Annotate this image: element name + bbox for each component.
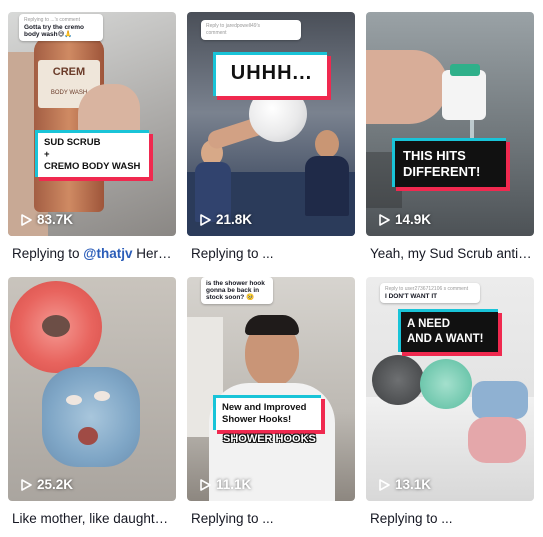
overlay-line: New and Improved (222, 402, 307, 413)
hair-shape (245, 315, 299, 335)
reply-text: comment (206, 30, 227, 36)
overlay-text-box: New and Improved Shower Hooks! (213, 395, 321, 430)
pump-bottle (442, 70, 486, 120)
overlay-line: + (44, 149, 50, 160)
reply-text: I DON'T WANT IT (385, 293, 438, 300)
video-thumbnail[interactable]: 25.2K (8, 277, 176, 501)
overlay-text-box: SUD SCRUB + CREMO BODY WASH (35, 130, 149, 177)
view-count: 21.8K (200, 212, 252, 227)
view-count: 83.7K (21, 212, 73, 227)
overlay-line: UHHH... (230, 62, 313, 84)
video-card[interactable]: 25.2K Like mother, like daughter… (8, 277, 176, 528)
video-card[interactable]: CREM BODY WASH Replying to ...'s comment… (8, 12, 176, 263)
overlay-text-box: THIS HITS DIFFERENT! (392, 138, 506, 187)
overlay-line: CREMO BODY WASH (44, 161, 141, 172)
overlay-line: A NEED (407, 318, 451, 330)
overlay-text-box: UHHH... (213, 52, 327, 96)
video-thumbnail[interactable]: Reply to user2736712106 s comment I DON'… (366, 277, 534, 501)
reply-sticker: Reply to jaredpowell49's comment (201, 20, 301, 40)
view-count: 13.1K (379, 477, 431, 492)
subtitle-text: SHOWER HOOKS (223, 433, 316, 445)
overlay-line: AND A WANT! (407, 333, 484, 345)
scrub-shape (472, 381, 528, 419)
reply-text: is the shower hook gonna be back in stoc… (206, 280, 265, 301)
view-count: 11.1K (200, 477, 251, 492)
video-caption[interactable]: Replying to ... (366, 510, 532, 528)
reply-text: Gotta try the cremo body wash😅🙏 (24, 24, 84, 38)
scrub-shape (468, 417, 526, 463)
video-card[interactable]: Reply to jaredpowell49's comment UHHH...… (187, 12, 355, 263)
view-count: 25.2K (21, 477, 73, 492)
video-card[interactable]: Reply to user2736712106 s comment I DON'… (366, 277, 534, 528)
view-count-value: 25.2K (37, 477, 74, 492)
play-icon (21, 213, 32, 226)
caption-mention-link[interactable]: @thatjv (83, 246, 132, 261)
video-card[interactable]: THIS HITS DIFFERENT! 14.9K Yeah, my Sud … (366, 12, 534, 263)
scrub-shape (420, 359, 472, 409)
overlay-text-box: A NEED AND A WANT! (398, 309, 498, 352)
person-body (305, 156, 349, 216)
video-caption[interactable]: Like mother, like daughter… (8, 510, 174, 528)
video-card[interactable]: is the shower hook gonna be back in stoc… (187, 277, 355, 528)
eye-shape (94, 391, 110, 401)
scrub-shape (42, 367, 140, 467)
eye-shape (66, 395, 82, 405)
reply-sticker: is the shower hook gonna be back in stoc… (201, 277, 273, 304)
hand-shape (366, 50, 448, 124)
person-head (315, 130, 339, 158)
overlay-line: DIFFERENT! (403, 164, 481, 179)
reply-sticker: Reply to user2736712106 s comment I DON'… (380, 283, 480, 303)
video-thumbnail[interactable]: is the shower hook gonna be back in stoc… (187, 277, 355, 501)
overlay-line: Shower Hooks! (222, 414, 292, 425)
bottle-brand: CREM (52, 66, 86, 78)
reply-label: Reply to user2736712106 s comment (385, 286, 469, 292)
view-count-value: 14.9K (395, 212, 432, 227)
reply-label: Replying to ...'s comment (24, 17, 80, 23)
play-icon (379, 478, 390, 491)
face-hole (42, 315, 70, 337)
caption-text: Replying to (12, 246, 84, 261)
video-thumbnail[interactable]: CREM BODY WASH Replying to ...'s comment… (8, 12, 176, 236)
play-icon (200, 213, 211, 226)
video-caption[interactable]: Replying to ... (187, 245, 353, 263)
video-caption[interactable]: Replying to @thatjv Here… (8, 245, 174, 263)
mouth-shape (78, 427, 98, 445)
video-caption[interactable]: Yeah, my Sud Scrub anti… (366, 245, 532, 263)
scrub-shape (372, 355, 424, 405)
play-icon (379, 213, 390, 226)
pump-head (450, 64, 480, 76)
video-thumbnail[interactable]: Reply to jaredpowell49's comment UHHH...… (187, 12, 355, 236)
view-count-value: 13.1K (395, 477, 432, 492)
overlay-line: THIS HITS (403, 148, 466, 163)
view-count-value: 11.1K (216, 477, 252, 492)
play-icon (200, 478, 211, 491)
overlay-line: SUD SCRUB (44, 137, 101, 148)
view-count-value: 21.8K (216, 212, 253, 227)
video-thumbnail[interactable]: THIS HITS DIFFERENT! 14.9K (366, 12, 534, 236)
view-count: 14.9K (379, 212, 431, 227)
caption-text: Here… (136, 246, 174, 261)
reply-sticker: Replying to ...'s comment Gotta try the … (19, 14, 103, 41)
reply-label: Reply to jaredpowell49's (206, 23, 261, 29)
video-caption[interactable]: Replying to ... (187, 510, 353, 528)
view-count-value: 83.7K (37, 212, 74, 227)
play-icon (21, 478, 32, 491)
